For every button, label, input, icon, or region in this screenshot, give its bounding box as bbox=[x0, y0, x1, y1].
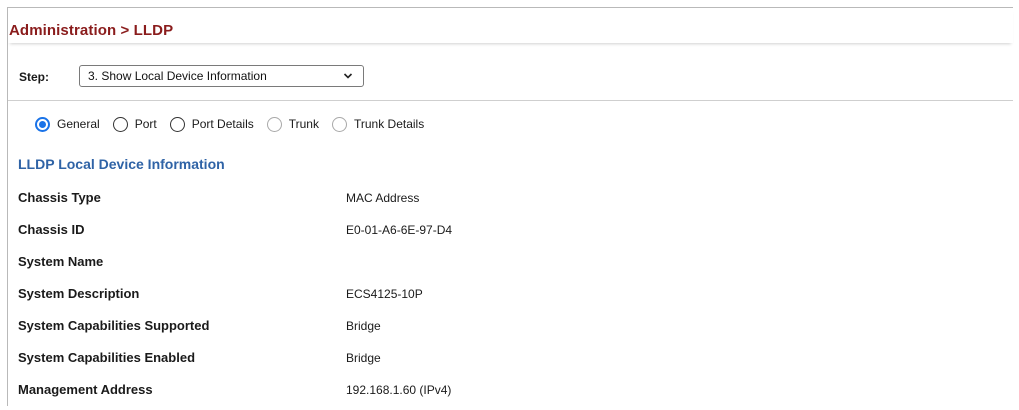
page-frame: Administration > LLDP Step: 3. Show Loca… bbox=[7, 7, 1013, 406]
radio-port-button[interactable] bbox=[112, 116, 128, 132]
step-label: Step: bbox=[19, 70, 49, 84]
radio-port-label: Port bbox=[134, 117, 157, 131]
info-value: Bridge bbox=[346, 319, 381, 333]
radio-port[interactable]: Port bbox=[112, 116, 157, 132]
info-key: System Capabilities Enabled bbox=[18, 350, 196, 365]
radio-general-button[interactable] bbox=[35, 116, 50, 132]
radio-port-details-button[interactable] bbox=[169, 116, 185, 132]
radio-trunk: Trunk bbox=[266, 116, 319, 132]
info-value: Bridge bbox=[346, 351, 381, 365]
info-value: 192.168.1.60 (IPv4) bbox=[346, 383, 452, 397]
radio-trunk-details: Trunk Details bbox=[331, 116, 425, 132]
radio-general-label: General bbox=[57, 117, 100, 131]
step-select[interactable]: 3. Show Local Device Information bbox=[79, 65, 364, 87]
section-title: LLDP Local Device Information bbox=[18, 156, 225, 172]
info-key: Chassis Type bbox=[18, 190, 101, 205]
radio-port-details-label: Port Details bbox=[191, 117, 254, 131]
radio-trunk-button bbox=[266, 116, 282, 132]
radio-trunk-details-button bbox=[331, 116, 347, 132]
radio-port-details[interactable]: Port Details bbox=[169, 116, 254, 132]
step-row: Step: 3. Show Local Device Information bbox=[8, 60, 1013, 101]
info-key: Chassis ID bbox=[18, 222, 85, 237]
info-value: E0-01-A6-6E-97-D4 bbox=[346, 223, 453, 237]
radio-trunk-details-label: Trunk Details bbox=[353, 117, 425, 131]
page-title: Administration > LLDP bbox=[9, 22, 174, 39]
radio-trunk-label: Trunk bbox=[288, 117, 319, 131]
info-key: Management Address bbox=[18, 382, 153, 397]
step-select-value: 3. Show Local Device Information bbox=[88, 69, 267, 83]
chevron-down-icon bbox=[343, 73, 353, 79]
info-key: System Description bbox=[18, 286, 140, 301]
info-value: ECS4125-10P bbox=[346, 287, 423, 301]
radio-general[interactable]: General bbox=[35, 116, 100, 132]
view-options: General Port Port Details Trunk Trunk De… bbox=[35, 114, 437, 134]
title-bar: Administration > LLDP bbox=[8, 8, 1013, 43]
info-key: System Capabilities Supported bbox=[18, 318, 210, 333]
info-key: System Name bbox=[18, 254, 104, 269]
info-value: MAC Address bbox=[346, 191, 420, 205]
